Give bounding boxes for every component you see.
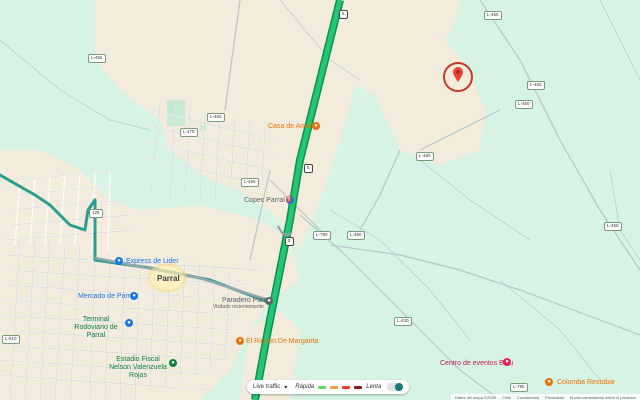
traffic-slow-label: Lenta — [366, 384, 382, 390]
traffic-legend[interactable]: Live traffic ▾ Rápida Lenta — [247, 380, 410, 394]
poi-rincon[interactable]: El Rincón De Margarita — [246, 338, 318, 345]
restaurant-icon[interactable]: ● — [312, 122, 320, 130]
traffic-label[interactable]: Live traffic — [253, 384, 280, 390]
shopping-icon[interactable]: ● — [115, 257, 123, 265]
poi-colomba[interactable]: Colomba Restobar — [557, 379, 615, 386]
poi-estadio[interactable]: Estadio Fiscal Nelson Valenzuela Rojas — [108, 356, 168, 380]
attrib-terms[interactable]: Condiciones — [517, 395, 539, 400]
shield-r5-top: 5 — [339, 10, 348, 19]
traffic-toggle[interactable] — [387, 383, 404, 391]
poi-casa-amalia[interactable]: Casa de Amalia — [268, 123, 317, 130]
shield-l450-c: L-450 — [515, 100, 533, 109]
poi-terminal[interactable]: Terminal Rodoviario de Parral — [66, 316, 126, 340]
park — [167, 100, 185, 126]
traffic-bar-darkred — [354, 385, 363, 389]
poi-copec[interactable]: Copec Parral — [244, 197, 285, 204]
toggle-knob — [395, 383, 404, 391]
traffic-bar-orange — [330, 385, 339, 389]
attrib-privacy[interactable]: Privacidad — [545, 395, 564, 400]
gas-station-icon[interactable]: ⛽ — [286, 196, 294, 204]
market-icon[interactable]: ● — [130, 292, 138, 300]
poi-paradero-sub: Visitado recientemente — [213, 304, 264, 310]
shield-l450-b: L-450 — [527, 81, 545, 90]
shield-128: 128 — [89, 209, 103, 218]
event-venue-icon[interactable]: ● — [503, 358, 511, 366]
stadium-icon[interactable]: ● — [169, 359, 177, 367]
shield-l610: L-610 — [2, 335, 20, 344]
shield-l790-a: L-790 — [313, 231, 331, 240]
poi-express-lider[interactable]: Express de Lider — [126, 258, 179, 265]
park-2 — [200, 125, 206, 131]
shield-l450-d: L-450 — [604, 222, 622, 231]
shield-r5-mid: 5 — [304, 164, 313, 173]
attrib-country[interactable]: Chile — [502, 395, 511, 400]
poi-mercado[interactable]: Mercado de Parral — [78, 293, 136, 300]
shield-l455: L-455 — [88, 54, 106, 63]
shield-l450-a: L-450 — [484, 11, 502, 20]
traffic-bar-red — [342, 385, 351, 389]
restaurant-icon-2[interactable]: ● — [236, 337, 244, 345]
chevron-down-icon[interactable]: ▾ — [284, 384, 287, 391]
town-label[interactable]: Parral — [157, 274, 180, 283]
restaurant-icon-3[interactable]: ● — [545, 378, 553, 386]
shield-l490: L-490 — [241, 178, 259, 187]
shield-l460: L-460 — [207, 113, 225, 122]
shield-l480: L-480 — [416, 152, 434, 161]
bus-terminal-icon[interactable]: ● — [125, 319, 133, 327]
traffic-bar-green — [318, 385, 327, 389]
bus-stop-icon[interactable]: ● — [265, 297, 273, 305]
shield-l790-b: L-790 — [510, 383, 528, 392]
shield-l450-e: L-450 — [347, 231, 365, 240]
traffic-fast-label: Rápida — [295, 384, 315, 390]
shield-l430: L-430 — [394, 317, 412, 326]
shield-r5-low: 5 — [285, 237, 294, 246]
shield-l470: L-470 — [180, 128, 198, 137]
attrib-feedback[interactable]: Enviar comentarios sobre el producto — [570, 395, 636, 400]
attrib-data: Datos del mapa ©2026 — [454, 394, 496, 400]
attribution-bar: Datos del mapa ©2026 Chile Condiciones P… — [450, 394, 640, 400]
